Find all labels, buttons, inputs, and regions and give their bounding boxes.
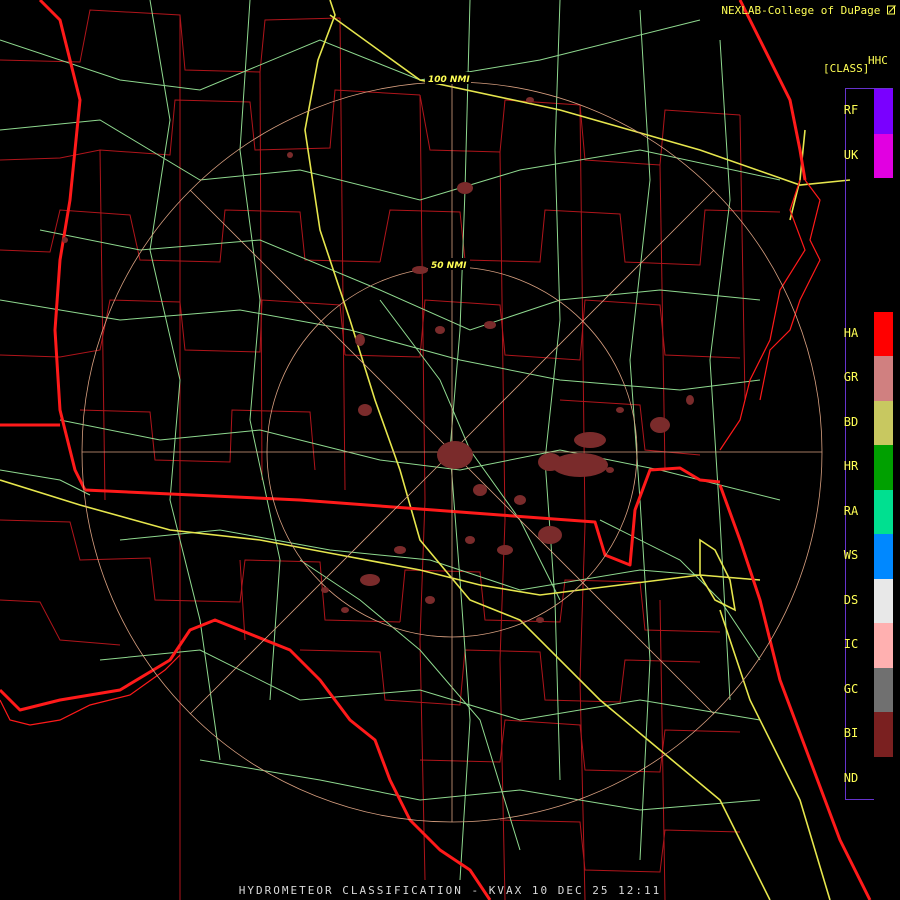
legend-swatch-ra bbox=[874, 489, 893, 534]
legend-swatch-ws bbox=[874, 534, 893, 579]
legend-label-gr: GR bbox=[843, 370, 859, 385]
legend-swatch-ic bbox=[874, 623, 893, 668]
legend-label-ha: HA bbox=[843, 325, 859, 340]
edit-icon bbox=[887, 5, 896, 15]
radar-display: 100 NMI 50 NMI NEXLAB-College of DuPage … bbox=[0, 0, 900, 900]
legend-label-nd: ND bbox=[843, 770, 859, 785]
legend-label-ic: IC bbox=[843, 637, 859, 652]
legend-swatch-blank bbox=[874, 267, 893, 312]
legend-swatch-hr bbox=[874, 445, 893, 490]
state-borders bbox=[0, 0, 872, 900]
legend-swatch-nd bbox=[874, 756, 893, 801]
legend-label-uk: UK bbox=[843, 147, 859, 162]
legend-swatch-rf bbox=[874, 89, 893, 134]
interstate-highways bbox=[0, 0, 851, 900]
legend-swatch-bd bbox=[874, 400, 893, 445]
legend-swatch-uk bbox=[874, 133, 893, 178]
legend-swatch-ds bbox=[874, 578, 893, 623]
credit-text: NEXLAB-College of DuPage bbox=[721, 4, 881, 17]
legend-label-gc: GC bbox=[843, 681, 859, 696]
product-subtype: [CLASS] bbox=[823, 62, 870, 75]
legend-label-ra: RA bbox=[843, 503, 859, 518]
radar-map[interactable]: 100 NMI 50 NMI bbox=[0, 0, 900, 900]
legend-swatch-blank bbox=[874, 178, 893, 223]
legend-swatch-gr bbox=[874, 356, 893, 401]
legend-label-hr: HR bbox=[843, 459, 859, 474]
legend-swatch-ha bbox=[874, 311, 893, 356]
legend-label-bi: BI bbox=[843, 726, 859, 741]
legend-label-ds: DS bbox=[843, 592, 859, 607]
credit-label: NEXLAB-College of DuPage bbox=[721, 4, 896, 17]
product-footer: HYDROMETEOR CLASSIFICATION - KVAX 10 DEC… bbox=[238, 884, 662, 897]
legend-swatch-bi bbox=[874, 712, 893, 757]
range-ring-labels: 100 NMI 50 NMI bbox=[425, 72, 471, 271]
county-borders bbox=[0, 9, 781, 900]
coastline-detail bbox=[0, 179, 821, 726]
radar-echoes bbox=[62, 97, 694, 623]
legend-swatch-blank bbox=[874, 222, 893, 267]
legend-label-ws: WS bbox=[843, 548, 859, 563]
hydrometeor-legend: RF UK HA GR BD HR RA WS DS IC GC BI ND bbox=[844, 88, 893, 801]
legend-swatch-gc bbox=[874, 667, 893, 712]
legend-label-bd: BD bbox=[843, 414, 859, 429]
range-ring-50nmi-label: 50 NMI bbox=[431, 261, 467, 271]
product-code: HHC bbox=[868, 54, 888, 67]
range-ring-100nmi-label: 100 NMI bbox=[428, 75, 470, 85]
legend-label-rf: RF bbox=[843, 103, 859, 118]
